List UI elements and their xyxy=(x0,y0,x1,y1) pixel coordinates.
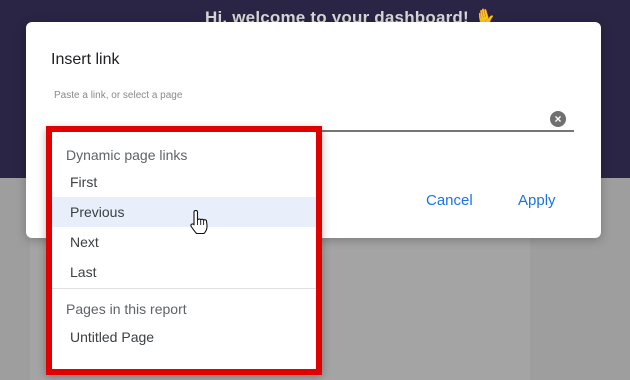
hand-pointer-icon xyxy=(190,210,208,235)
link-suggestions-dropdown: Dynamic page links First Previous Next L… xyxy=(46,127,322,374)
clear-icon[interactable]: × xyxy=(550,111,566,127)
dropdown-item-untitled-page[interactable]: Untitled Page xyxy=(46,322,318,352)
section-header-report-pages: Pages in this report xyxy=(66,301,187,317)
apply-button[interactable]: Apply xyxy=(518,192,556,209)
dropdown-item-next[interactable]: Next xyxy=(46,227,318,257)
dropdown-item-last[interactable]: Last xyxy=(46,257,318,287)
dropdown-item-first[interactable]: First xyxy=(46,167,318,197)
dialog-title: Insert link xyxy=(51,51,120,68)
dropdown-divider xyxy=(46,288,318,289)
link-field-label: Paste a link, or select a page xyxy=(54,90,183,101)
dropdown-item-previous[interactable]: Previous xyxy=(46,197,318,227)
cancel-button[interactable]: Cancel xyxy=(426,192,473,209)
section-header-dynamic-links: Dynamic page links xyxy=(66,147,188,163)
